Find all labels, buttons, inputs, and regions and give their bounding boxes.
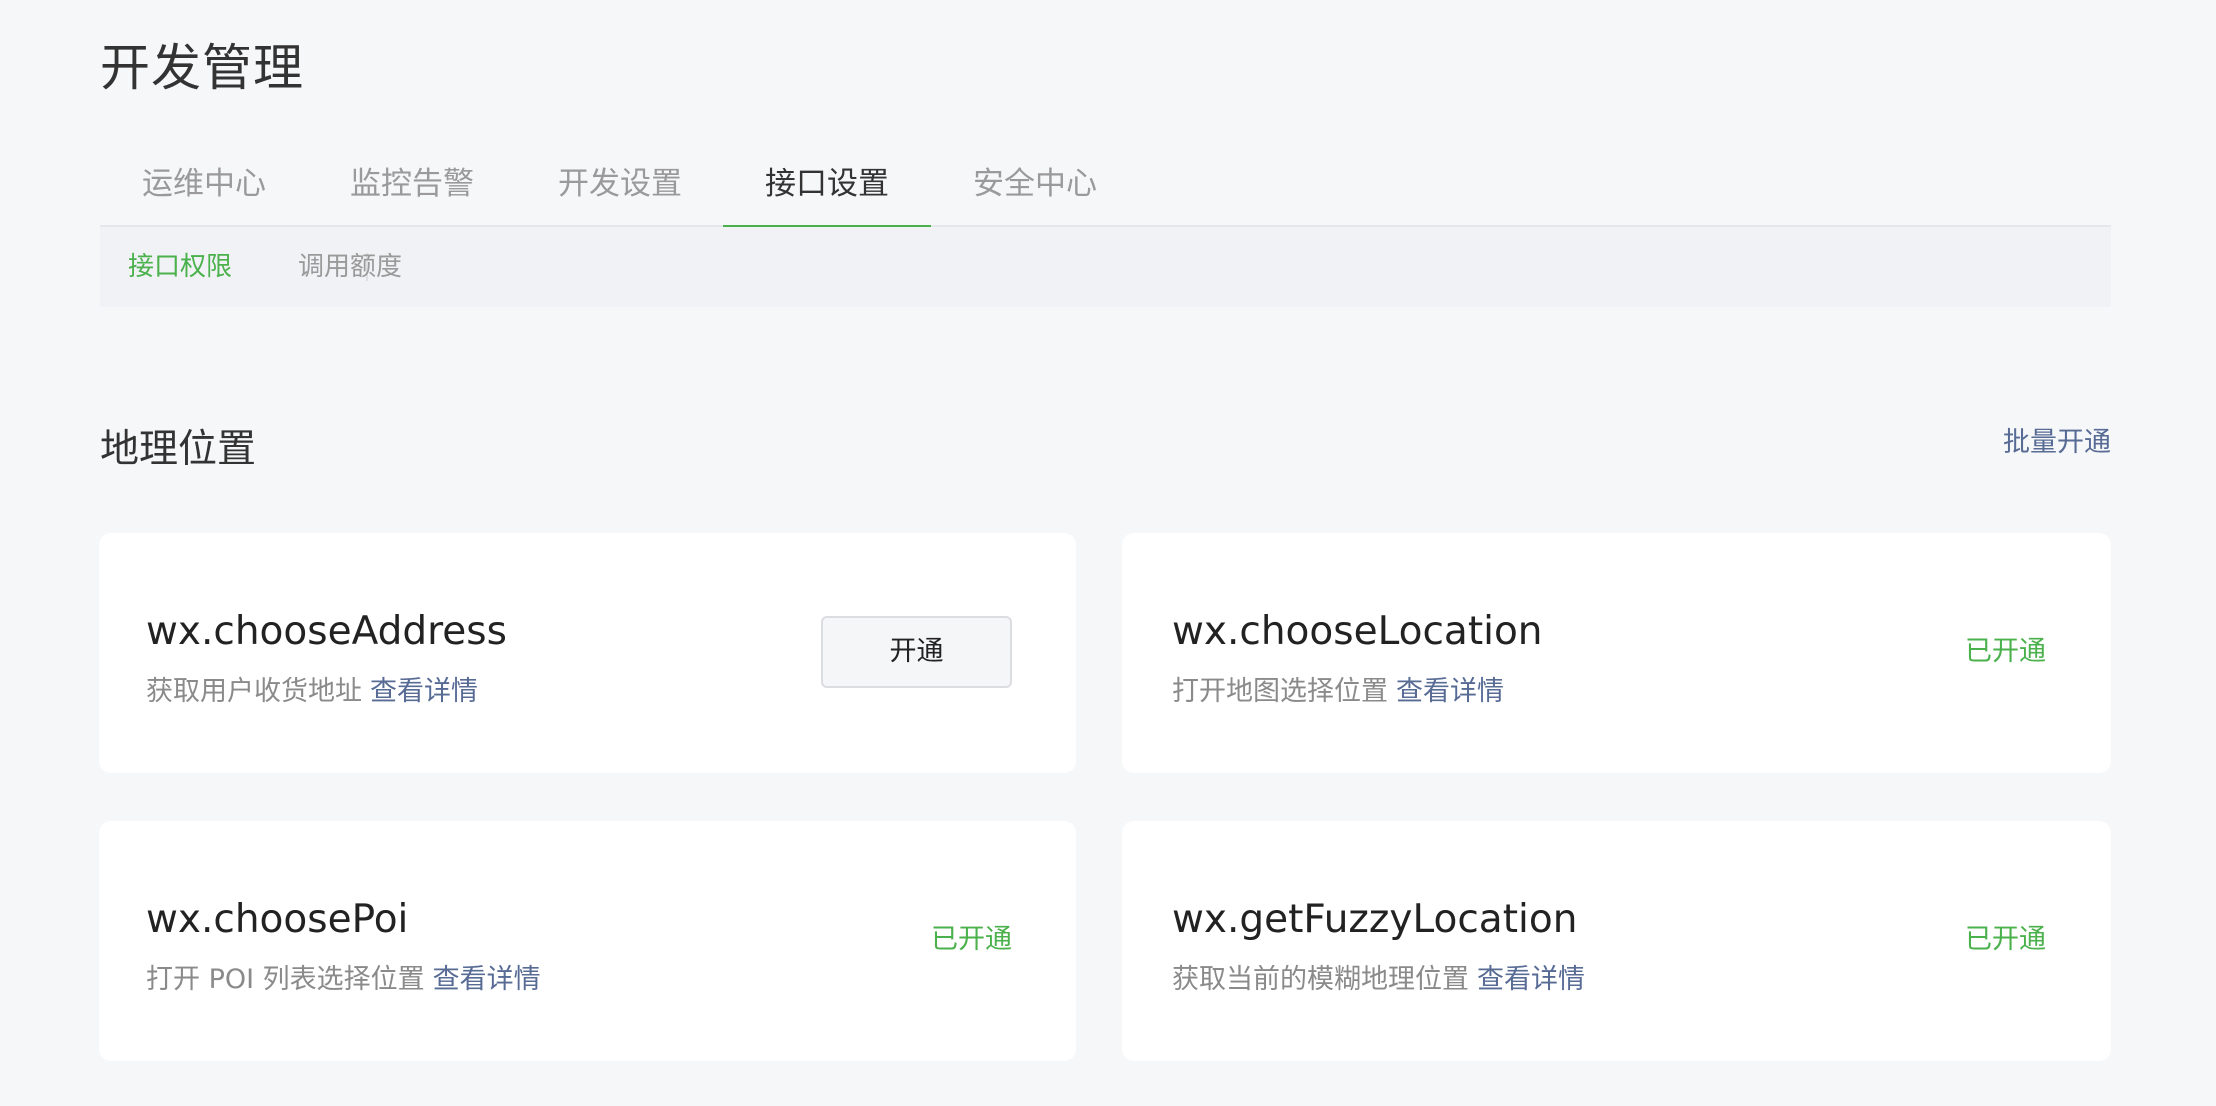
api-description-text: 获取当前的模糊地理位置 [1172,964,1469,995]
status-enabled-label: 已开通 [1965,924,2046,955]
main-tabs: 运维中心 监控告警 开发设置 接口设置 安全中心 [100,145,2111,229]
api-card-choose-address: wx.chooseAddress 获取用户收货地址 查看详情 开通 [99,533,1076,773]
api-card-choose-poi: wx.choosePoi 打开 POI 列表选择位置 查看详情 已开通 [99,821,1076,1061]
view-details-link[interactable]: 查看详情 [370,676,478,707]
batch-enable-link[interactable]: 批量开通 [2003,424,2111,462]
enable-button[interactable]: 开通 [821,616,1012,688]
api-card-get-fuzzy-location: wx.getFuzzyLocation 获取当前的模糊地理位置 查看详情 已开通 [1122,821,2111,1061]
tab-api-settings[interactable]: 接口设置 [723,145,931,229]
view-details-link[interactable]: 查看详情 [433,964,541,995]
page: 开发管理 运维中心 监控告警 开发设置 接口设置 安全中心 接口权限 调用额度 … [0,0,2216,1106]
subnav-item-call-quota[interactable]: 调用额度 [298,227,402,307]
api-name: wx.chooseAddress [146,609,507,654]
api-description: 获取用户收货地址 查看详情 [146,673,478,711]
api-card-choose-location: wx.chooseLocation 打开地图选择位置 查看详情 已开通 [1122,533,2111,773]
api-description-text: 获取用户收货地址 [146,676,362,707]
status-enabled-label: 已开通 [1965,636,2046,667]
api-name: wx.getFuzzyLocation [1172,897,1578,942]
api-name: wx.chooseLocation [1172,609,1543,654]
api-description: 获取当前的模糊地理位置 查看详情 [1172,961,1585,999]
api-description: 打开 POI 列表选择位置 查看详情 [146,961,541,999]
page-title: 开发管理 [100,39,304,97]
tab-monitoring-alerts[interactable]: 监控告警 [308,145,516,227]
api-description: 打开地图选择位置 查看详情 [1172,673,1504,711]
tab-ops-center[interactable]: 运维中心 [100,145,308,227]
subnav-item-api-permissions[interactable]: 接口权限 [128,227,232,307]
subnav: 接口权限 调用额度 [100,227,2111,307]
status-enabled-label: 已开通 [931,924,1012,955]
tab-security-center[interactable]: 安全中心 [931,145,1139,227]
section-title: 地理位置 [100,427,257,472]
tab-dev-settings[interactable]: 开发设置 [516,145,724,227]
view-details-link[interactable]: 查看详情 [1477,964,1585,995]
api-name: wx.choosePoi [146,897,409,942]
api-description-text: 打开地图选择位置 [1172,676,1388,707]
view-details-link[interactable]: 查看详情 [1396,676,1504,707]
api-description-text: 打开 POI 列表选择位置 [146,964,425,995]
